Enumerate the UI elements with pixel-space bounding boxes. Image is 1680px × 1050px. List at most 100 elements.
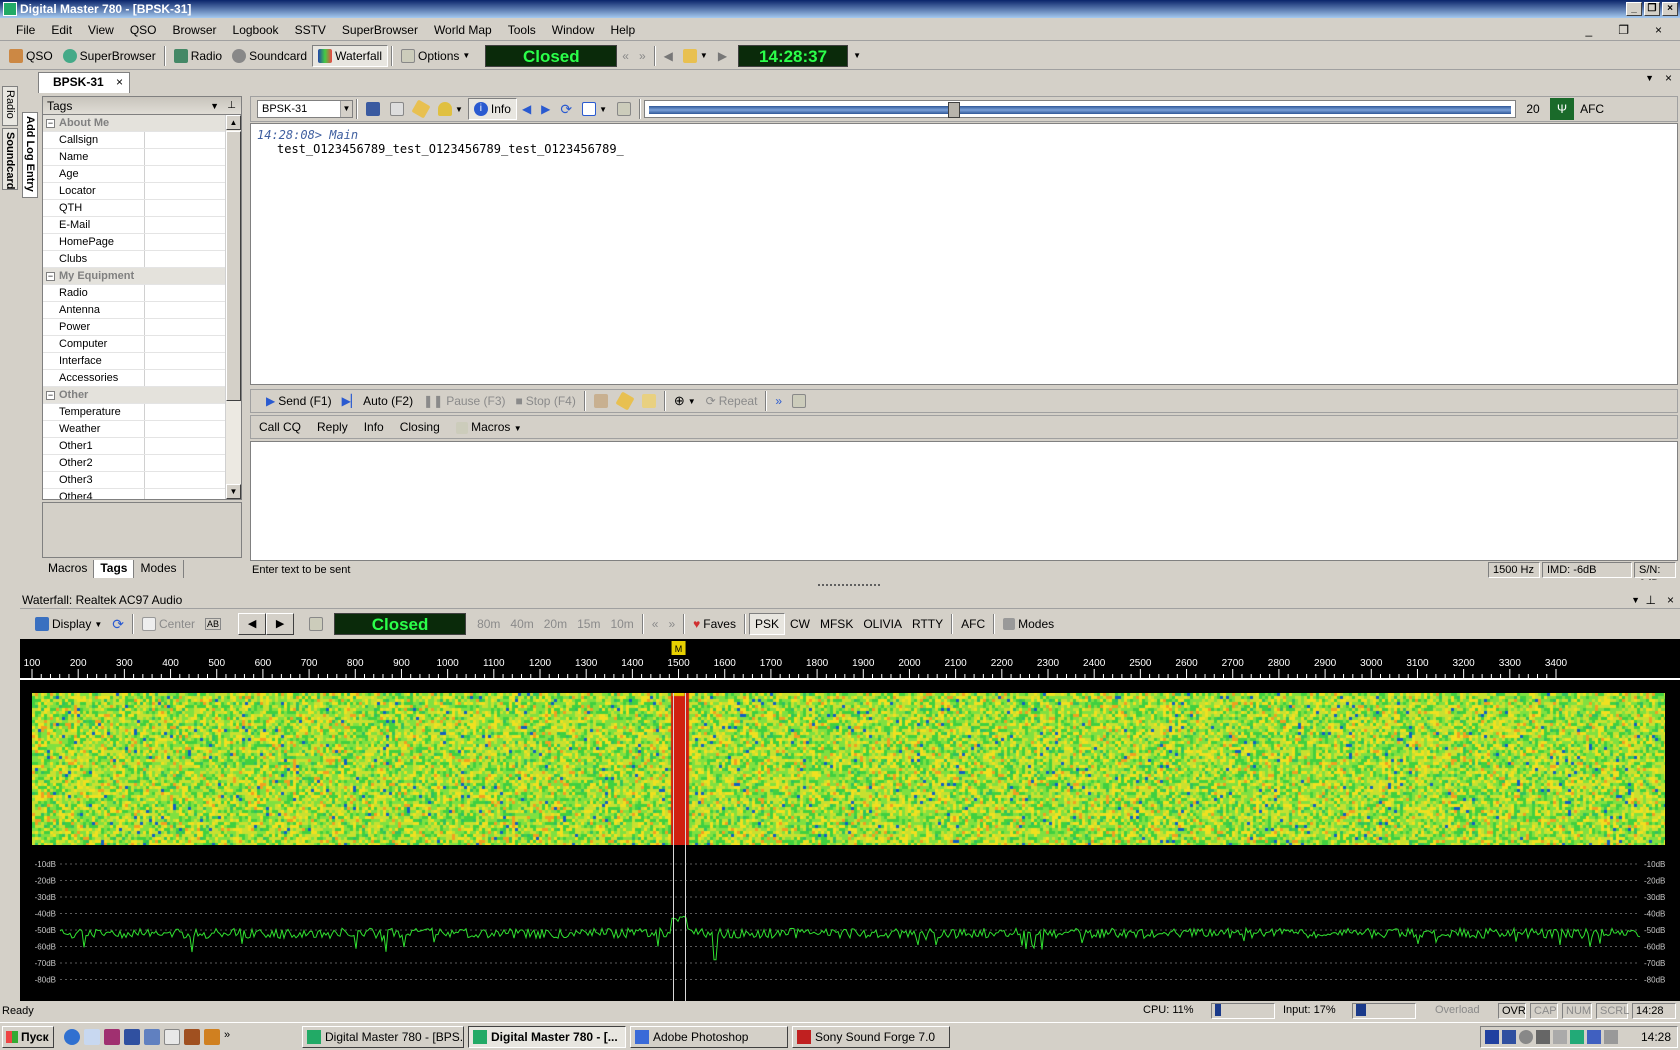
waterfall-next-button[interactable]: ▶: [266, 613, 295, 635]
refresh-button[interactable]: ⟳: [555, 98, 577, 120]
menu-browser[interactable]: Browser: [165, 23, 225, 37]
chevron-down-icon[interactable]: ▼: [210, 97, 219, 115]
close-icon[interactable]: ×: [1667, 591, 1674, 609]
minimize-button[interactable]: _: [1626, 2, 1642, 16]
pin-icon[interactable]: ⊥: [1646, 591, 1656, 609]
tx-properties-button[interactable]: [787, 390, 811, 412]
restore-button[interactable]: ❐: [1644, 2, 1660, 16]
tag-row[interactable]: Antenna: [43, 302, 225, 319]
tag-row[interactable]: Clubs: [43, 251, 225, 268]
band-10m[interactable]: 10m: [605, 613, 638, 635]
collapse-icon[interactable]: −: [46, 391, 55, 400]
tab-tags[interactable]: Tags: [94, 560, 135, 578]
band-20m[interactable]: 20m: [539, 613, 572, 635]
menu-file[interactable]: File: [8, 23, 43, 37]
antenna-button[interactable]: Ψ: [1550, 98, 1575, 120]
tags-scrollbar[interactable]: ▲ ▼: [225, 115, 241, 499]
mode-olivia[interactable]: OLIVIA: [858, 613, 907, 635]
next-band-button[interactable]: »: [663, 613, 680, 635]
macros-menu-button[interactable]: Macros ▼: [455, 420, 522, 434]
tag-row[interactable]: Power: [43, 319, 225, 336]
mode-cw[interactable]: CW: [785, 613, 815, 635]
stop-button[interactable]: ■ Stop (F4): [511, 390, 581, 412]
tab-macros[interactable]: Macros: [42, 560, 95, 578]
collapse-icon[interactable]: −: [46, 119, 55, 128]
media-icon[interactable]: [204, 1029, 220, 1045]
tag-group-header[interactable]: − My Equipment: [43, 268, 225, 285]
save-button[interactable]: [361, 98, 385, 120]
qso-button[interactable]: QSO: [4, 45, 58, 67]
tag-row[interactable]: HomePage: [43, 234, 225, 251]
tag-row[interactable]: QTH: [43, 200, 225, 217]
tag-row[interactable]: Other1: [43, 438, 225, 455]
disk-icon[interactable]: [124, 1029, 140, 1045]
paint-icon[interactable]: [164, 1029, 180, 1045]
tag-row[interactable]: Locator: [43, 183, 225, 200]
refresh-waterfall-button[interactable]: ⟳: [107, 613, 129, 635]
macro-call-cq[interactable]: Call CQ: [259, 420, 301, 434]
afc-label[interactable]: AFC: [1574, 102, 1604, 116]
radio-button[interactable]: Radio: [169, 45, 227, 67]
tab-bpsk31[interactable]: BPSK-31 ×: [38, 72, 130, 93]
start-button[interactable]: Пуск: [2, 1026, 54, 1048]
prev-double-button[interactable]: «: [617, 45, 634, 67]
task-photoshop[interactable]: Adobe Photoshop: [630, 1026, 788, 1048]
clock-menu-button[interactable]: ▼: [848, 45, 866, 67]
repeat-button[interactable]: ⟳ Repeat: [701, 390, 763, 412]
macro-info[interactable]: Info: [364, 420, 384, 434]
waterfall-properties-button[interactable]: [304, 613, 328, 635]
waterfall-prev-button[interactable]: ◀: [238, 613, 267, 635]
tag-row[interactable]: Temperature: [43, 404, 225, 421]
side-tab-add-log-entry[interactable]: Add Log Entry: [22, 112, 38, 198]
clear-tx-button[interactable]: [589, 390, 613, 412]
tag-row[interactable]: Other4: [43, 489, 225, 499]
tag-row[interactable]: Other3: [43, 472, 225, 489]
tag-row[interactable]: Computer: [43, 336, 225, 353]
next-double-button[interactable]: »: [634, 45, 651, 67]
menu-qso[interactable]: QSO: [122, 23, 165, 37]
superbrowser-button[interactable]: SuperBrowser: [58, 45, 161, 67]
mode-psk[interactable]: PSK: [748, 613, 785, 635]
volume-icon[interactable]: [1604, 1030, 1618, 1044]
prev-band-button[interactable]: «: [647, 613, 664, 635]
waterfall-button[interactable]: Waterfall: [312, 44, 389, 67]
send-button[interactable]: ▶ Send (F1): [261, 390, 337, 412]
menu-superbrowser[interactable]: SuperBrowser: [334, 23, 426, 37]
squelch-slider[interactable]: [644, 100, 1517, 118]
tag-row[interactable]: Other2: [43, 455, 225, 472]
receive-text-area[interactable]: 14:28:08> Main test_O123456789_test_O123…: [250, 123, 1678, 385]
expand-button[interactable]: »: [770, 390, 787, 412]
scroll-down-button[interactable]: ▼: [226, 484, 241, 499]
tag-row[interactable]: Radio: [43, 285, 225, 302]
menu-view[interactable]: View: [80, 23, 122, 37]
alert-button[interactable]: ▼: [433, 98, 468, 120]
ab-button[interactable]: AB: [200, 613, 226, 635]
splitter[interactable]: [0, 580, 1680, 591]
scroll-thumb[interactable]: [226, 131, 241, 401]
side-tab-radio[interactable]: Radio: [2, 86, 18, 126]
play-back-button[interactable]: ◀: [659, 45, 678, 67]
center-button[interactable]: Center: [137, 613, 200, 635]
side-tab-soundcard[interactable]: Soundcard: [2, 128, 18, 190]
clock-tray-icon[interactable]: [1519, 1030, 1533, 1044]
layout-button[interactable]: ▼: [577, 98, 612, 120]
modes-button[interactable]: Modes: [998, 613, 1059, 635]
menu-help[interactable]: Help: [602, 23, 643, 37]
notepad-icon[interactable]: [84, 1029, 100, 1045]
usb-icon[interactable]: [1553, 1030, 1567, 1044]
scroll-up-button[interactable]: ▲: [226, 115, 241, 130]
task-digital-master-2[interactable]: Digital Master 780 - [...: [468, 1026, 626, 1048]
menu-logbook[interactable]: Logbook: [225, 23, 287, 37]
archive-icon[interactable]: [104, 1029, 120, 1045]
display-button[interactable]: Display ▼: [30, 613, 107, 635]
language-icon[interactable]: [1485, 1030, 1499, 1044]
options-button[interactable]: Options ▼: [396, 45, 475, 67]
tab-close-button[interactable]: ×: [1665, 71, 1672, 85]
calculator-icon[interactable]: [144, 1029, 160, 1045]
band-80m[interactable]: 80m: [472, 613, 505, 635]
folder-button[interactable]: ▼: [678, 45, 713, 67]
menu-tools[interactable]: Tools: [500, 23, 544, 37]
waterfall-spectrogram[interactable]: [32, 693, 1665, 845]
menu-window[interactable]: Window: [544, 23, 603, 37]
tag-row[interactable]: Weather: [43, 421, 225, 438]
